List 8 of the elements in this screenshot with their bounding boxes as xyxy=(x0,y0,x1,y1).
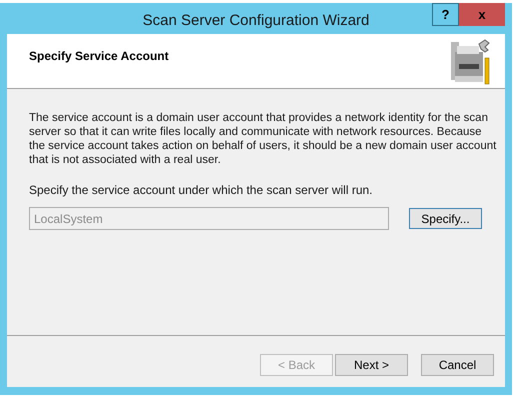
close-button[interactable]: x xyxy=(459,3,505,26)
account-label: Specify the service account under which the scan server will run. xyxy=(29,182,374,199)
wizard-button[interactable]: Cancel xyxy=(421,354,494,376)
window-title: Scan Server Configuration Wizard xyxy=(142,11,370,31)
help-button[interactable]: ? xyxy=(432,3,459,26)
wizard-button[interactable]: Next > xyxy=(335,354,408,376)
page-heading: Specify Service Account xyxy=(29,48,169,65)
description-text: The service account is a domain user account that provides a network identity for the scan server so that it can write files locally and communicate with network resources. Because the service account takes action on behalf of users, it should be a new domain user account that is not associated with a real user. xyxy=(29,111,498,167)
